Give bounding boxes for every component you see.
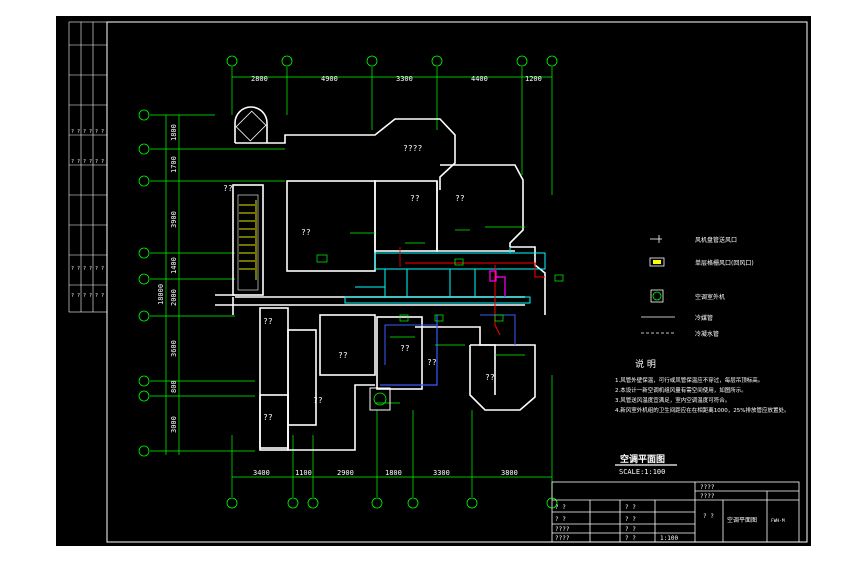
tb-scale: 1:100 bbox=[660, 535, 678, 542]
legend-label-1: 风机盘管送风口 bbox=[695, 236, 737, 244]
tb-drawing-name: 空调平面图 bbox=[727, 516, 757, 524]
legend-label-2: 单层格栅风口(回风口) bbox=[695, 259, 754, 267]
bottom-dim-3: 2900 bbox=[337, 469, 354, 477]
room-label-5: ?? bbox=[223, 184, 233, 193]
svg-text:? ?: ? ? bbox=[95, 159, 104, 165]
svg-text:? ?: ? ? bbox=[83, 159, 92, 165]
drawing-title: 空调平面图 bbox=[620, 453, 665, 465]
tb-top-right-1: ???? bbox=[700, 484, 715, 491]
tb-top-right-2: ???? bbox=[700, 493, 715, 500]
room-label-12: ?? bbox=[263, 317, 273, 326]
left-dim-5: 2000 bbox=[170, 289, 178, 306]
left-dim-1: 1800 bbox=[170, 124, 178, 141]
tb-mid-4: ? ? bbox=[625, 535, 636, 542]
room-label-4: ?? bbox=[301, 228, 311, 237]
room-label-10: ?? bbox=[313, 396, 323, 405]
note-line-4: 4.新风室外机组的卫生间距应在在相距离1000，25%排放管应放置处。 bbox=[615, 406, 789, 414]
left-dim-4: 1400 bbox=[170, 257, 178, 274]
svg-text:? ?: ? ? bbox=[95, 293, 104, 299]
tb-mid-2: ? ? bbox=[625, 516, 636, 523]
bottom-dim-5: 3300 bbox=[433, 469, 450, 477]
bottom-dim-1: 3400 bbox=[253, 469, 270, 477]
cad-drawing-canvas: ? ?? ?? ? ? ?? ?? ? ? ?? ?? ? ? ?? ?? ? … bbox=[55, 15, 812, 547]
bottom-dim-6: 3800 bbox=[501, 469, 518, 477]
room-label-7: ?? bbox=[400, 344, 410, 353]
note-line-2: 2.本设计一新空调机组风量有需空间使用，如图所示。 bbox=[615, 386, 747, 394]
room-label-2: ?? bbox=[410, 194, 420, 203]
left-dim-2: 1700 bbox=[170, 156, 178, 173]
drawing-scale: SCALE:1:100 bbox=[619, 468, 665, 476]
room-label-9: ?? bbox=[485, 373, 495, 382]
svg-text:? ?: ? ? bbox=[71, 159, 80, 165]
left-dim-7: 800 bbox=[170, 380, 178, 393]
top-dim-3: 3300 bbox=[396, 75, 413, 83]
top-dim-1: 2800 bbox=[251, 75, 268, 83]
svg-text:? ?: ? ? bbox=[71, 129, 80, 135]
legend-label-3: 空调室外机 bbox=[695, 293, 725, 301]
svg-text:? ?: ? ? bbox=[71, 293, 80, 299]
note-line-1: 1.风管外壁保温，可行或凤管保温应不穿过，每层吊顶标高。 bbox=[615, 376, 763, 384]
note-line-3: 3.风管送风温度宜满足，室内空调温度可符合。 bbox=[615, 396, 730, 404]
svg-text:? ?: ? ? bbox=[71, 266, 80, 272]
tb-qq: ? ? bbox=[703, 513, 714, 520]
tb-left-2: ? ? bbox=[555, 516, 566, 523]
bottom-dim-2: 1100 bbox=[295, 469, 312, 477]
legend-label-4: 冷媒管 bbox=[695, 314, 713, 322]
cad-drawing: ? ?? ?? ? ? ?? ?? ? ? ?? ?? ? ? ?? ?? ? … bbox=[55, 15, 812, 547]
tb-mid-3: ? ? bbox=[625, 526, 636, 533]
svg-text:? ?: ? ? bbox=[83, 266, 92, 272]
svg-text:? ?: ? ? bbox=[95, 266, 104, 272]
room-label-8: ?? bbox=[427, 358, 437, 367]
svg-text:? ?: ? ? bbox=[83, 129, 92, 135]
outer-frame bbox=[55, 15, 812, 547]
top-dim-4: 4400 bbox=[471, 75, 488, 83]
svg-text:? ?: ? ? bbox=[83, 293, 92, 299]
left-dim-8: 3000 bbox=[170, 416, 178, 433]
tb-left-3: ???? bbox=[555, 526, 570, 533]
room-label-3: ?? bbox=[455, 194, 465, 203]
tb-mid-1: ? ? bbox=[625, 504, 636, 511]
room-label-1: ???? bbox=[403, 144, 422, 153]
left-dim-6: 3600 bbox=[170, 340, 178, 357]
notes-title: 说 明 bbox=[635, 358, 656, 370]
left-dim-total: 18000 bbox=[157, 284, 165, 305]
top-dim-5: 1200 bbox=[525, 75, 542, 83]
bottom-dim-4: 1800 bbox=[385, 469, 402, 477]
top-dim-2: 4900 bbox=[321, 75, 338, 83]
room-label-11: ?? bbox=[263, 413, 273, 422]
tb-left-1: ? ? bbox=[555, 504, 566, 511]
room-label-6: ?? bbox=[338, 351, 348, 360]
tb-drawing-number: FWH-M bbox=[771, 518, 785, 524]
left-dim-3: 3900 bbox=[170, 211, 178, 228]
tb-left-4: ???? bbox=[555, 535, 570, 542]
legend-label-5: 冷凝水管 bbox=[695, 330, 719, 338]
svg-text:? ?: ? ? bbox=[95, 129, 104, 135]
